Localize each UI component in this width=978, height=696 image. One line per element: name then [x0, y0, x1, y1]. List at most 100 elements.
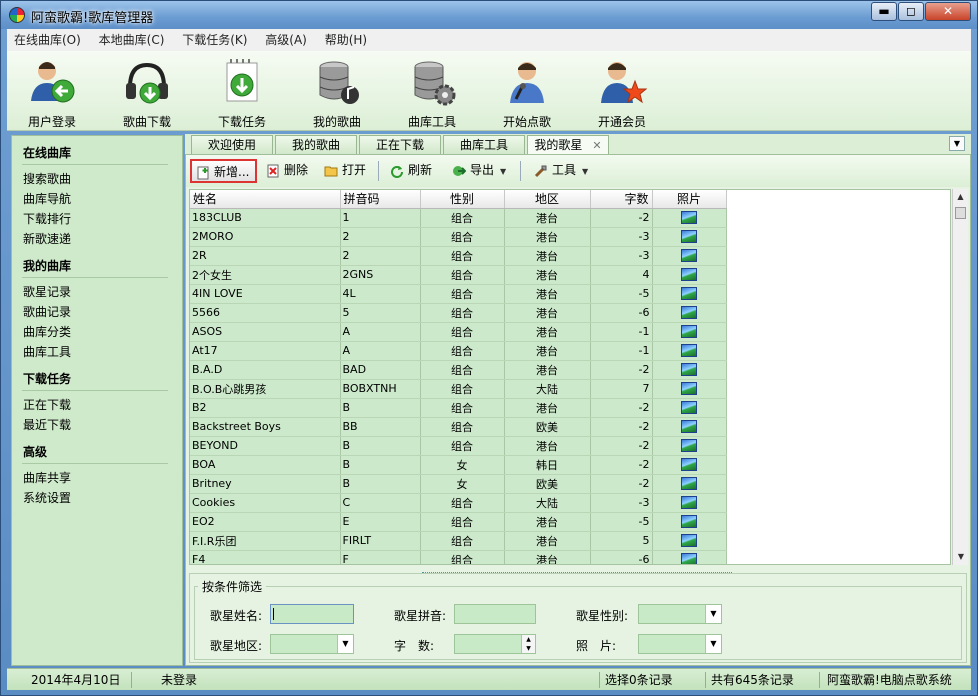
nav-item-singer-records[interactable]: 歌星记录 [22, 282, 182, 302]
photo-thumbnail-icon[interactable] [681, 230, 697, 244]
photo-select[interactable]: ▼ [638, 634, 722, 654]
minimize-button[interactable]: ▬ [871, 2, 897, 21]
table-row[interactable]: B.O.B心跳男孩 BOBXTNH 组合 大陆 7 [190, 379, 727, 399]
scroll-down-icon[interactable]: ▼ [953, 549, 969, 565]
photo-thumbnail-icon[interactable] [681, 534, 697, 548]
singer-region-select[interactable]: ▼ [270, 634, 354, 654]
table-row[interactable]: F.I.R乐团 FIRLT 组合 港台 5 [190, 531, 727, 551]
nav-item-library-tools[interactable]: 曲库工具 [22, 342, 182, 362]
photo-thumbnail-icon[interactable] [681, 306, 697, 320]
tab-list-dropdown-button[interactable]: ▼ [949, 136, 965, 151]
photo-thumbnail-icon[interactable] [681, 268, 697, 282]
nav-item-downloading[interactable]: 正在下载 [22, 395, 182, 415]
tab-library-tools[interactable]: 曲库工具 [443, 135, 525, 154]
tab-my-songs[interactable]: 我的歌曲 [275, 135, 357, 154]
photo-thumbnail-icon[interactable] [681, 211, 697, 225]
spin-arrows-icon[interactable]: ▲ ▼ [521, 635, 535, 653]
new-button[interactable]: 新增... [190, 159, 258, 183]
tab-close-icon[interactable]: ✕ [592, 139, 601, 152]
table-row[interactable]: B2 B 组合 港台 -2 [190, 398, 727, 418]
photo-thumbnail-icon[interactable] [681, 477, 697, 491]
maximize-button[interactable]: ◻ [898, 2, 924, 21]
scroll-up-icon[interactable]: ▲ [953, 189, 968, 205]
nav-item-library-share[interactable]: 曲库共享 [22, 468, 182, 488]
menu-download-tasks[interactable]: 下载任务(K) [175, 29, 254, 51]
tools-button[interactable]: 工具 ▼ [530, 159, 588, 183]
start-karaoke-button[interactable]: 开始点歌 [492, 57, 562, 129]
menu-advanced[interactable]: 高级(A) [258, 29, 314, 51]
menu-local-library[interactable]: 本地曲库(C) [92, 29, 172, 51]
nav-item-system-settings[interactable]: 系统设置 [22, 488, 182, 508]
nav-item-library-categories[interactable]: 曲库分类 [22, 322, 182, 342]
nav-item-library-guide[interactable]: 曲库导航 [22, 189, 182, 209]
menu-online-library[interactable]: 在线曲库(O) [7, 29, 88, 51]
photo-thumbnail-icon[interactable] [681, 344, 697, 358]
column-header-count[interactable]: 字数 [590, 190, 653, 209]
table-row[interactable]: B.A.D BAD 组合 港台 -2 [190, 360, 727, 380]
table-row[interactable]: BOA B 女韩日 -2 [190, 455, 727, 475]
word-count-stepper[interactable]: ▲ ▼ [454, 634, 536, 654]
photo-thumbnail-icon[interactable] [681, 287, 697, 301]
table-row[interactable]: Cookies C 组合 大陆 -3 [190, 493, 727, 513]
nav-item-new-songs[interactable]: 新歌速递 [22, 229, 182, 249]
nav-item-song-records[interactable]: 歌曲记录 [22, 302, 182, 322]
photo-thumbnail-icon[interactable] [681, 515, 697, 529]
photo-thumbnail-icon[interactable] [681, 363, 697, 377]
delete-button[interactable]: 删除 [262, 159, 308, 183]
vip-member-button[interactable]: 开通会员 [587, 57, 657, 129]
table-row[interactable]: Britney B 女欧美 -2 [190, 474, 727, 494]
refresh-button[interactable]: 刷新 [386, 159, 432, 183]
column-header-name[interactable]: 姓名 [190, 190, 341, 209]
column-header-gender[interactable]: 性别 [420, 190, 505, 209]
table-row[interactable]: 183CLUB 1 组合 港台 -2 [190, 208, 727, 228]
singer-gender-select[interactable]: ▼ [638, 604, 722, 624]
table-scrollbar[interactable]: ▲ ▼ [952, 189, 968, 565]
nav-item-download-ranking[interactable]: 下载排行 [22, 209, 182, 229]
table-row[interactable]: 2R 2 组合 港台 -3 [190, 246, 727, 266]
photo-thumbnail-icon[interactable] [681, 439, 697, 453]
nav-item-recent-downloads[interactable]: 最近下载 [22, 415, 182, 435]
table-row[interactable]: Backstreet Boys BB 组合 欧美 -2 [190, 417, 727, 437]
chevron-down-icon[interactable]: ▼ [337, 635, 353, 653]
library-tools-button[interactable]: 曲库工具 [397, 57, 467, 129]
table-row[interactable]: 4IN LOVE 4L 组合 港台 -5 [190, 284, 727, 304]
tab-welcome[interactable]: 欢迎使用 [191, 135, 273, 154]
export-dropdown-icon[interactable]: ▼ [500, 167, 506, 176]
my-songs-button[interactable]: 我的歌曲 [302, 57, 372, 129]
table-row[interactable]: EO2 E 组合 港台 -5 [190, 512, 727, 532]
photo-thumbnail-icon[interactable] [681, 401, 697, 415]
table-row[interactable]: 5566 5 组合 港台 -6 [190, 303, 727, 323]
table-row[interactable]: At17 A 组合 港台 -1 [190, 341, 727, 361]
table-row[interactable]: F4 F 组合 港台 -6 [190, 550, 727, 564]
close-button[interactable]: ✕ [925, 2, 971, 21]
column-header-pinyin[interactable]: 拼音码 [340, 190, 421, 209]
photo-thumbnail-icon[interactable] [681, 496, 697, 510]
column-header-region[interactable]: 地区 [504, 190, 591, 209]
tab-my-singers[interactable]: 我的歌星 ✕ [527, 135, 609, 154]
tools-dropdown-icon[interactable]: ▼ [582, 167, 588, 176]
user-login-button[interactable]: 用户登录 [17, 57, 87, 129]
table-row[interactable]: 2个女生 2GNS 组合 港台 4 [190, 265, 727, 285]
export-button[interactable]: 导出 ▼ [448, 159, 506, 183]
menu-help[interactable]: 帮助(H) [318, 29, 374, 51]
singer-pinyin-input[interactable] [454, 604, 536, 624]
column-header-photo[interactable]: 照片 [652, 190, 727, 209]
table-row[interactable]: 2MORO 2 组合 港台 -3 [190, 227, 727, 247]
photo-thumbnail-icon[interactable] [681, 249, 697, 263]
nav-item-search-songs[interactable]: 搜索歌曲 [22, 169, 182, 189]
chevron-down-icon[interactable]: ▼ [705, 605, 721, 623]
photo-thumbnail-icon[interactable] [681, 458, 697, 472]
photo-thumbnail-icon[interactable] [681, 382, 697, 396]
open-button[interactable]: 打开 [320, 159, 366, 183]
photo-thumbnail-icon[interactable] [681, 420, 697, 434]
tab-downloading[interactable]: 正在下载 [359, 135, 441, 154]
table-row[interactable]: ASOS A 组合 港台 -1 [190, 322, 727, 342]
scroll-thumb[interactable] [955, 207, 966, 219]
song-download-button[interactable]: 歌曲下载 [112, 57, 182, 129]
table-row[interactable]: BEYOND B 组合 港台 -2 [190, 436, 727, 456]
photo-thumbnail-icon[interactable] [681, 553, 697, 564]
download-task-button[interactable]: 下载任务 [207, 57, 277, 129]
photo-thumbnail-icon[interactable] [681, 325, 697, 339]
chevron-down-icon[interactable]: ▼ [705, 635, 721, 653]
singer-name-input[interactable] [270, 604, 354, 624]
